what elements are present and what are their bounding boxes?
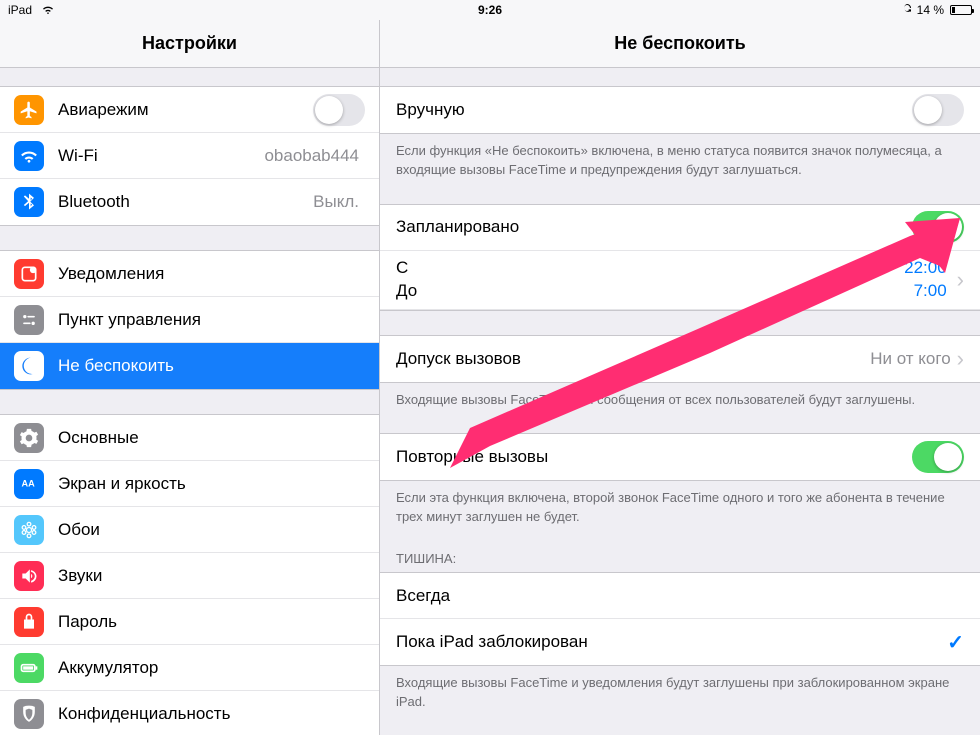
allow-calls-note: Входящие вызовы FaceTime или сообщения о… (380, 383, 980, 410)
silence-option-label: Всегда (396, 586, 964, 606)
silence-option-label: Пока iPad заблокирован (396, 632, 947, 652)
silence-option-0[interactable]: Всегда (380, 573, 980, 619)
sidebar-item-bluetooth[interactable]: BluetoothВыкл. (0, 179, 379, 225)
sidebar-item-label: Экран и яркость (58, 474, 365, 494)
statusbar: iPad 9:26 14 % (0, 0, 980, 20)
manual-row[interactable]: Вручную (380, 87, 980, 133)
status-right: 14 % (901, 3, 972, 18)
airplane-switch[interactable] (313, 94, 365, 126)
scheduled-row[interactable]: Запланировано (380, 205, 980, 251)
wallpaper-icon (14, 515, 44, 545)
time-values: 22:00 7:00 (904, 257, 947, 303)
repeated-calls-label: Повторные вызовы (396, 447, 912, 467)
privacy-icon (14, 699, 44, 729)
silence-option-1[interactable]: Пока iPad заблокирован✓ (380, 619, 980, 665)
allow-calls-value: Ни от кого (870, 349, 950, 369)
batt-icon (14, 653, 44, 683)
orientation-lock-icon (901, 3, 913, 18)
passcode-icon (14, 607, 44, 637)
sidebar-item-passcode[interactable]: Пароль (0, 599, 379, 645)
sidebar-item-sounds[interactable]: Звуки (0, 553, 379, 599)
repeated-calls-switch[interactable] (912, 441, 964, 473)
sidebar-item-label: Уведомления (58, 264, 365, 284)
repeated-calls-row[interactable]: Повторные вызовы (380, 434, 980, 480)
moon-icon (14, 351, 44, 381)
battery-percent: 14 % (917, 3, 944, 17)
airplane-icon (14, 95, 44, 125)
scheduled-label: Запланировано (396, 217, 912, 237)
svg-text:AA: AA (22, 478, 36, 488)
sidebar-item-label: Основные (58, 428, 365, 448)
sidebar-item-controlcenter[interactable]: Пункт управления (0, 297, 379, 343)
sidebar-title: Настройки (0, 20, 379, 68)
allow-calls-row[interactable]: Допуск вызовов Ни от кого › (380, 336, 980, 382)
sidebar-item-label: Аккумулятор (58, 658, 365, 678)
sidebar-item-dnd[interactable]: Не беспокоить (0, 343, 379, 389)
display-icon: AA (14, 469, 44, 499)
repeated-calls-note: Если эта функция включена, второй звонок… (380, 481, 980, 527)
sidebar-item-label: Не беспокоить (58, 356, 365, 376)
schedule-time-row[interactable]: С До 22:00 7:00 › (380, 251, 980, 310)
bluetooth-icon (14, 187, 44, 217)
detail-scroll[interactable]: Вручную Если функция «Не беспокоить» вкл… (380, 68, 980, 735)
sidebar-item-label: Пароль (58, 612, 365, 632)
sidebar-item-label: Пункт управления (58, 310, 365, 330)
from-value: 22:00 (904, 257, 947, 280)
sidebar-item-display[interactable]: AA Экран и яркость (0, 461, 379, 507)
sidebar-item-airplane[interactable]: Авиарежим (0, 87, 379, 133)
sidebar-item-general[interactable]: Основные (0, 415, 379, 461)
sidebar-item-privacy[interactable]: Конфиденциальность (0, 691, 379, 735)
manual-switch[interactable] (912, 94, 964, 126)
wifi-value: obaobab444 (264, 146, 359, 166)
from-label: С (396, 257, 417, 280)
bluetooth-value: Выкл. (313, 192, 359, 212)
sidebar-item-label: Авиарежим (58, 100, 313, 120)
status-left: iPad (8, 3, 55, 17)
silence-note: Входящие вызовы FaceTime и уведомления б… (380, 666, 980, 712)
sounds-icon (14, 561, 44, 591)
sidebar-scroll[interactable]: АвиарежимWi-Fiobaobab444BluetoothВыкл. У… (0, 68, 379, 735)
notif-icon (14, 259, 44, 289)
sidebar-item-label: Обои (58, 520, 365, 540)
scheduled-switch[interactable] (912, 211, 964, 243)
wifi-icon (41, 3, 55, 17)
control-icon (14, 305, 44, 335)
detail-pane: Не беспокоить Вручную Если функция «Не б… (380, 20, 980, 735)
sidebar-item-battery[interactable]: Аккумулятор (0, 645, 379, 691)
to-value: 7:00 (904, 280, 947, 303)
wifi-icon (14, 141, 44, 171)
status-time: 9:26 (478, 3, 502, 17)
sidebar-item-wifi[interactable]: Wi-Fiobaobab444 (0, 133, 379, 179)
sidebar-item-notifications[interactable]: Уведомления (0, 251, 379, 297)
manual-label: Вручную (396, 100, 912, 120)
time-labels: С До (396, 257, 417, 303)
chevron-right-icon: › (957, 267, 964, 293)
silence-header: ТИШИНА: (380, 551, 980, 572)
checkmark-icon: ✓ (947, 630, 964, 655)
gear-icon (14, 423, 44, 453)
sidebar-item-label: Конфиденциальность (58, 704, 365, 724)
to-label: До (396, 280, 417, 303)
detail-title: Не беспокоить (380, 20, 980, 68)
sidebar-item-label: Звуки (58, 566, 365, 586)
sidebar: Настройки АвиарежимWi-Fiobaobab444Blueto… (0, 20, 380, 735)
sidebar-item-label: Bluetooth (58, 192, 313, 212)
manual-note: Если функция «Не беспокоить» включена, в… (380, 134, 980, 180)
allow-calls-label: Допуск вызовов (396, 349, 870, 369)
sidebar-item-label: Wi-Fi (58, 146, 264, 166)
sidebar-item-wallpaper[interactable]: Обои (0, 507, 379, 553)
device-name: iPad (8, 3, 32, 17)
chevron-right-icon: › (957, 346, 964, 372)
battery-icon (950, 5, 972, 15)
